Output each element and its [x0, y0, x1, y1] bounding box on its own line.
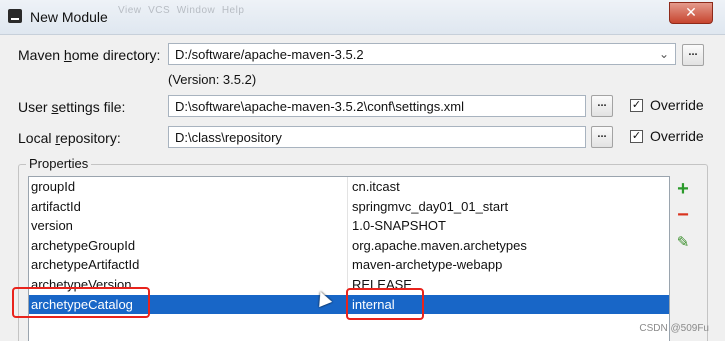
- user-settings-label-part2: ettings file:: [58, 99, 126, 115]
- properties-title: Properties: [26, 156, 92, 171]
- user-settings-browse-button[interactable]: ...: [591, 95, 613, 117]
- table-row[interactable]: groupId cn.itcast: [29, 177, 669, 197]
- background-menu: View VCS Window Help: [118, 5, 244, 16]
- background-menu-vcs: VCS: [148, 5, 171, 16]
- add-icon[interactable]: +: [674, 179, 692, 199]
- background-menu-window: Window: [176, 5, 216, 16]
- user-settings-override-checkbox[interactable]: ✓: [630, 99, 643, 112]
- intellij-logo-icon: [8, 9, 22, 23]
- local-repository-input[interactable]: D:\class\repository: [168, 126, 586, 148]
- property-key: artifactId: [31, 198, 81, 214]
- background-menu-view: View: [118, 5, 142, 16]
- maven-home-label-part2: ome directory:: [71, 47, 161, 63]
- title-bar: View VCS Window Help New Module ✕: [0, 0, 725, 35]
- property-key: version: [31, 218, 73, 234]
- watermark: CSDN @509Fu: [639, 323, 709, 334]
- property-key: groupId: [31, 179, 76, 194]
- local-repository-value: D:\class\repository: [175, 130, 282, 145]
- chevron-down-icon[interactable]: ⌄: [657, 46, 671, 62]
- property-value[interactable]: org.apache.maven.archetypes: [352, 238, 527, 253]
- maven-home-value: D:/software/apache-maven-3.5.2: [175, 47, 364, 62]
- local-repository-browse-button[interactable]: ...: [591, 126, 613, 148]
- local-repository-override-label: Override: [650, 128, 704, 144]
- table-row[interactable]: version 1.0-SNAPSHOT: [29, 216, 669, 236]
- maven-home-combo[interactable]: D:/software/apache-maven-3.5.2 ⌄: [168, 43, 676, 65]
- property-key: archetypeGroupId: [31, 237, 136, 253]
- property-value[interactable]: springmvc_day01_01_start: [352, 199, 508, 214]
- remove-icon[interactable]: −: [674, 205, 692, 225]
- background-menu-help: Help: [221, 5, 245, 16]
- table-row[interactable]: archetypeArtifactId maven-archetype-webap…: [29, 255, 669, 275]
- property-value[interactable]: maven-archetype-webapp: [352, 257, 502, 272]
- user-settings-value: D:\software\apache-maven-3.5.2\conf\sett…: [175, 99, 465, 114]
- maven-home-label-mnemonic: h: [63, 47, 72, 63]
- maven-home-label: Maven home directory:: [18, 47, 160, 63]
- maven-home-browse-button[interactable]: ...: [682, 44, 704, 66]
- local-repository-label-part1: Local: [18, 130, 56, 146]
- user-settings-label: User settings file:: [18, 99, 125, 115]
- user-settings-override-label: Override: [650, 97, 704, 113]
- local-repository-override-checkbox[interactable]: ✓: [630, 130, 643, 143]
- edit-icon[interactable]: ✎: [674, 234, 692, 252]
- local-repository-label: Local repository:: [18, 130, 121, 146]
- dialog-title: New Module: [30, 9, 108, 25]
- property-value[interactable]: cn.itcast: [352, 179, 400, 194]
- property-key: archetypeArtifactId: [31, 257, 140, 273]
- table-row[interactable]: artifactId springmvc_day01_01_start: [29, 196, 669, 217]
- table-row[interactable]: archetypeGroupId org.apache.maven.archety…: [29, 235, 669, 256]
- highlight-box-value: [346, 288, 424, 320]
- maven-home-label-part1: Maven: [18, 47, 64, 63]
- maven-version-note: (Version: 3.5.2): [168, 72, 257, 87]
- highlight-box-key: [12, 287, 150, 318]
- user-settings-label-part1: User: [18, 99, 52, 115]
- user-settings-input[interactable]: D:\software\apache-maven-3.5.2\conf\sett…: [168, 95, 586, 117]
- local-repository-label-part2: epository:: [60, 130, 121, 146]
- close-button[interactable]: ✕: [669, 2, 713, 24]
- property-value[interactable]: 1.0-SNAPSHOT: [352, 218, 446, 233]
